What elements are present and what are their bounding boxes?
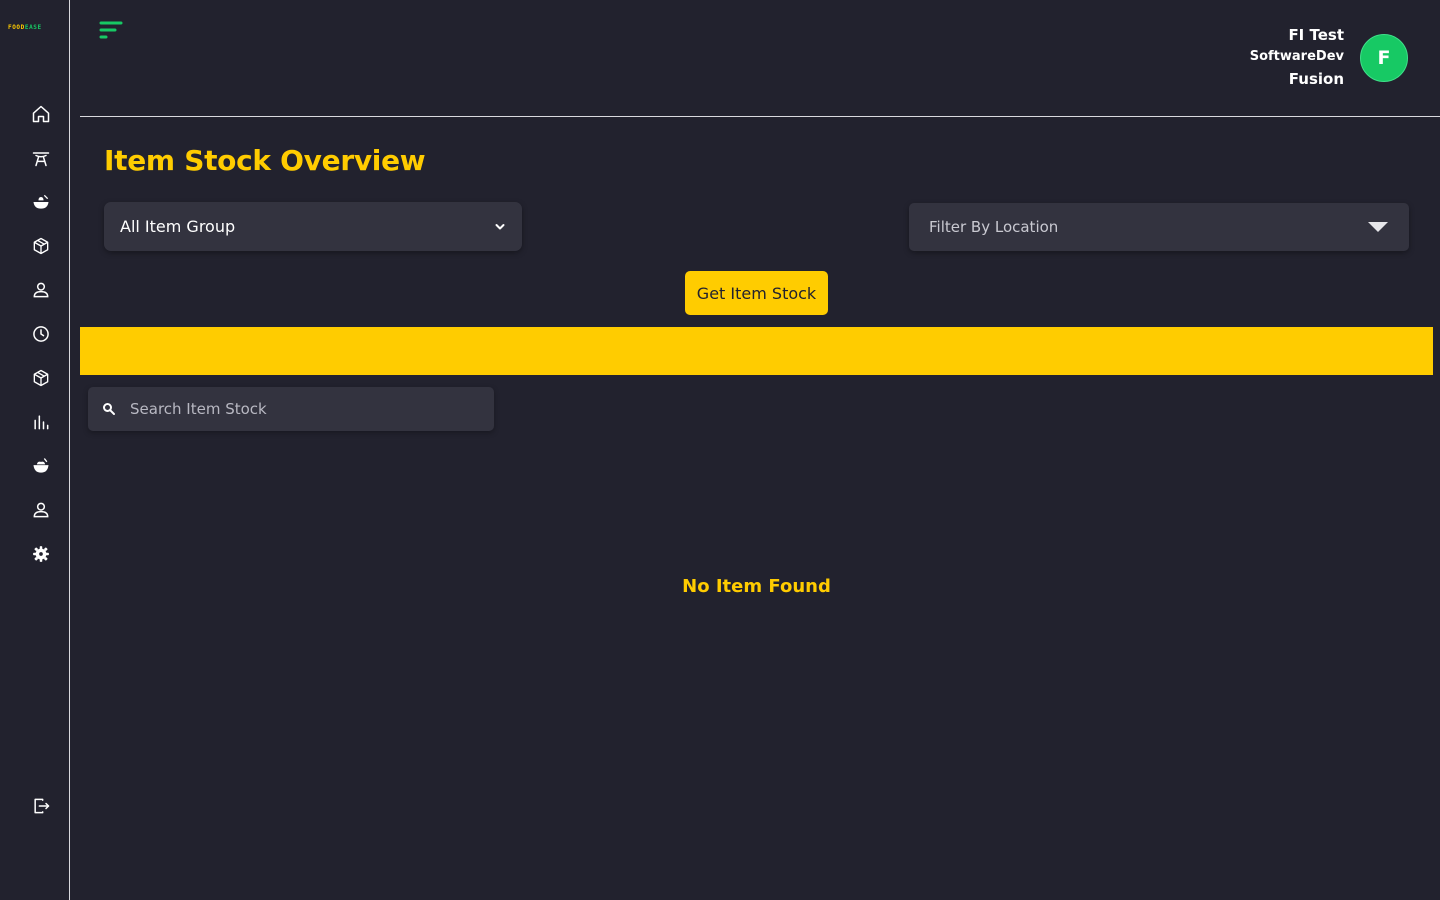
sidebar: FOODEASE	[0, 0, 70, 900]
sidebar-logout[interactable]	[29, 794, 53, 818]
location-filter-select[interactable]: Filter By Location	[909, 203, 1409, 251]
sidebar-item-home[interactable]	[29, 102, 53, 126]
sidebar-item-history[interactable]	[29, 322, 53, 346]
gear-icon	[33, 546, 49, 562]
item-group-select[interactable]: All Item Group	[104, 202, 522, 251]
sidebar-item-packages[interactable]	[29, 366, 53, 390]
logo-part-1: FOOD	[8, 24, 25, 31]
get-item-stock-button[interactable]: Get Item Stock	[685, 271, 828, 315]
sidebar-item-settings[interactable]	[29, 542, 53, 566]
package-icon	[33, 369, 49, 387]
bar-chart-icon	[34, 415, 49, 430]
user-info: FI Test SoftwareDev Fusion	[1250, 24, 1344, 90]
apple-icon	[33, 458, 49, 473]
sidebar-item-users[interactable]	[29, 278, 53, 302]
person-icon	[33, 502, 49, 518]
location-filter-placeholder: Filter By Location	[929, 218, 1059, 236]
user-company: SoftwareDev	[1249, 49, 1344, 64]
page-title: Item Stock Overview	[104, 144, 426, 177]
user-icon	[33, 282, 49, 298]
brand-logo[interactable]: FOODEASE	[8, 23, 60, 33]
user-organization: Fusion	[1288, 70, 1344, 88]
sidebar-item-food[interactable]	[29, 190, 53, 214]
app-root: FOODEASE FI Test SoftwareDev Fusion F It…	[0, 0, 1440, 900]
sidebar-item-inventory[interactable]	[29, 234, 53, 258]
box-icon	[33, 237, 49, 255]
table-header-bar	[80, 327, 1433, 375]
search-icon	[103, 403, 115, 415]
dining-table-icon	[32, 152, 50, 167]
item-group-value: All Item Group	[120, 217, 236, 236]
search-box[interactable]	[88, 387, 494, 431]
chevron-down-icon	[495, 223, 505, 229]
header-divider	[80, 116, 1440, 117]
home-icon	[32, 105, 50, 123]
search-input[interactable]	[130, 400, 480, 418]
sidebar-item-menu[interactable]	[29, 454, 53, 478]
logo-part-2: EASE	[24, 24, 42, 31]
logout-icon	[34, 798, 50, 814]
avatar[interactable]: F	[1360, 34, 1408, 82]
food-bowl-icon	[33, 194, 49, 209]
sidebar-item-staff[interactable]	[29, 498, 53, 522]
sidebar-item-reports[interactable]	[29, 410, 53, 434]
user-name: FI Test	[1288, 26, 1344, 44]
menu-toggle-icon[interactable]	[98, 20, 124, 42]
empty-state-message: No Item Found	[682, 576, 831, 597]
sidebar-item-tables[interactable]	[29, 146, 53, 170]
caret-down-icon	[1368, 222, 1388, 232]
clock-icon	[33, 326, 49, 342]
